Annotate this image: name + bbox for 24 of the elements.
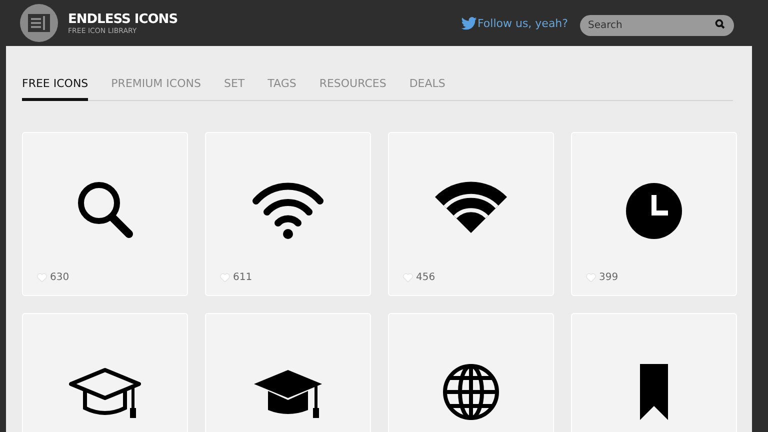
icon-card[interactable] bbox=[388, 313, 554, 432]
icon-card[interactable] bbox=[571, 313, 737, 432]
follow-link[interactable]: Follow us, yeah? bbox=[477, 16, 568, 30]
like-count: 399 bbox=[599, 272, 618, 283]
logo-icon[interactable] bbox=[20, 4, 58, 42]
icon-card[interactable]: 456 bbox=[388, 132, 554, 296]
icon-card[interactable]: 630 bbox=[22, 132, 188, 296]
search-field[interactable]: Search bbox=[580, 14, 734, 36]
nav-tab[interactable]: DEALS bbox=[409, 77, 446, 101]
bird-icon[interactable] bbox=[461, 16, 478, 30]
search-icon[interactable] bbox=[715, 18, 725, 28]
icon-card[interactable] bbox=[22, 313, 188, 432]
nav-tab[interactable]: TAGS bbox=[268, 77, 296, 101]
icon-card[interactable] bbox=[205, 313, 371, 432]
like-count: 456 bbox=[416, 272, 436, 283]
icon-card[interactable]: 399 bbox=[571, 132, 737, 296]
like-count: 611 bbox=[233, 272, 252, 283]
site-title: ENDLESS ICONS bbox=[68, 12, 178, 26]
nav-tab[interactable]: SET bbox=[224, 77, 245, 101]
nav-tab[interactable]: RESOURCES bbox=[319, 77, 386, 101]
nav-tab[interactable]: PREMIUM ICONS bbox=[111, 77, 201, 101]
nav-tab[interactable]: FREE ICONS bbox=[22, 77, 88, 101]
like-count: 630 bbox=[50, 272, 70, 283]
icon-card[interactable]: 611 bbox=[205, 132, 371, 296]
